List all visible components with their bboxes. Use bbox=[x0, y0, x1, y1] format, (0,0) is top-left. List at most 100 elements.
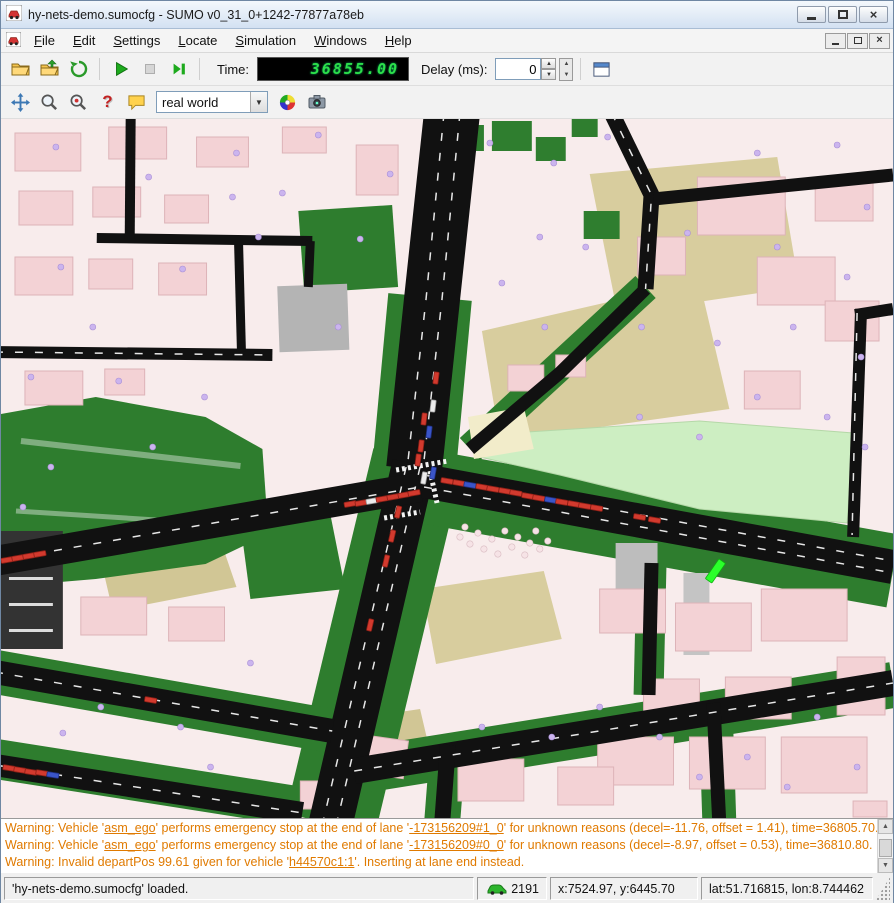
scroll-down-icon[interactable]: ▼ bbox=[878, 858, 893, 873]
time-label: Time: bbox=[217, 62, 249, 77]
log-link[interactable]: -173156209#0_0 bbox=[409, 838, 504, 852]
reload-button[interactable] bbox=[65, 56, 92, 83]
menu-item-locate[interactable]: Locate bbox=[169, 30, 226, 51]
run-button[interactable] bbox=[107, 56, 134, 83]
message-window-button[interactable] bbox=[123, 89, 150, 116]
simulation-view[interactable] bbox=[1, 119, 893, 818]
menu-item-settings[interactable]: Settings bbox=[104, 30, 169, 51]
cursor-xy-panel: x:7524.97, y:6445.70 bbox=[550, 877, 698, 900]
open-network-icon bbox=[40, 59, 60, 79]
open-config-button[interactable] bbox=[7, 56, 34, 83]
log-link[interactable]: h44570c1:1 bbox=[289, 855, 354, 869]
mdi-minimize-button[interactable] bbox=[825, 33, 846, 49]
delay-label: Delay (ms): bbox=[421, 62, 487, 77]
log-text: Warning: Vehicle ' bbox=[5, 821, 104, 835]
window-title: hy-nets-demo.sumocfg - SUMO v0_31_0+1242… bbox=[28, 8, 795, 22]
toolbar-separator bbox=[99, 58, 100, 80]
menu-bar: FileEditSettingsLocateSimulationWindowsH… bbox=[1, 29, 893, 53]
simulation-map[interactable] bbox=[1, 119, 893, 818]
mdi-close-icon: × bbox=[876, 35, 882, 46]
delay-down-button[interactable]: ▼ bbox=[541, 69, 556, 80]
vehicle-count-panel: 2191 bbox=[477, 877, 547, 900]
cursor-latlon: lat:51.716815, lon:8.744462 bbox=[709, 882, 864, 896]
title-bar: hy-nets-demo.sumocfg - SUMO v0_31_0+1242… bbox=[1, 1, 893, 29]
step-button[interactable] bbox=[165, 56, 192, 83]
color-scheme-value: real world bbox=[157, 95, 250, 110]
help-button[interactable]: ? bbox=[94, 89, 121, 116]
reload-icon bbox=[69, 59, 89, 79]
log-scrollbar[interactable]: ▲ ▼ bbox=[877, 819, 893, 873]
log-line: Warning: Vehicle 'asm_ego' performs emer… bbox=[5, 837, 873, 854]
snapshot-button[interactable] bbox=[303, 89, 330, 116]
zoom-button[interactable] bbox=[36, 89, 63, 116]
message-log: Warning: Vehicle 'asm_ego' performs emer… bbox=[1, 818, 893, 873]
maximize-button[interactable] bbox=[828, 6, 857, 23]
chevron-down-icon[interactable]: ▼ bbox=[250, 92, 267, 112]
log-text: ' performs emergency stop at the end of … bbox=[156, 821, 410, 835]
window-icon bbox=[592, 60, 611, 79]
view-toolbar: ? real world ▼ bbox=[1, 86, 893, 119]
new-view-button[interactable] bbox=[588, 56, 615, 83]
move-arrows-icon bbox=[11, 93, 30, 112]
step-icon bbox=[170, 60, 188, 78]
simulation-toolbar: Time: 36855.00 Delay (ms): ▲ ▼ ▲▼ bbox=[1, 53, 893, 86]
play-icon bbox=[112, 60, 130, 78]
car-icon bbox=[487, 883, 507, 895]
log-text: ' for unknown reasons (decel=-11.76, off… bbox=[504, 821, 879, 835]
app-icon-small bbox=[6, 32, 21, 50]
locate-button[interactable] bbox=[65, 89, 92, 116]
log-text: Warning: Invalid departPos 99.61 given f… bbox=[5, 855, 289, 869]
log-text: ' performs emergency stop at the end of … bbox=[156, 838, 410, 852]
magnifier-icon bbox=[40, 93, 59, 112]
log-link[interactable]: asm_ego bbox=[104, 838, 155, 852]
time-display: 36855.00 bbox=[257, 57, 409, 81]
toolbar-separator bbox=[199, 58, 200, 80]
menu-item-help[interactable]: Help bbox=[376, 30, 421, 51]
camera-icon bbox=[307, 92, 327, 112]
speech-bubble-icon bbox=[127, 93, 146, 112]
delay-input[interactable] bbox=[495, 58, 541, 80]
cursor-xy: x:7524.97, y:6445.70 bbox=[558, 882, 675, 896]
delay-dial[interactable]: ▲▼ bbox=[559, 58, 573, 81]
status-loaded-text: 'hy-nets-demo.sumocfg' loaded. bbox=[12, 882, 188, 896]
app-icon bbox=[6, 5, 22, 24]
scrollbar-thumb[interactable] bbox=[879, 839, 892, 857]
log-link[interactable]: asm_ego bbox=[104, 821, 155, 835]
status-loaded: 'hy-nets-demo.sumocfg' loaded. bbox=[4, 877, 474, 900]
close-icon: × bbox=[870, 8, 878, 21]
menu-item-edit[interactable]: Edit bbox=[64, 30, 104, 51]
open-network-button[interactable] bbox=[36, 56, 63, 83]
log-line: Warning: Invalid departPos 99.61 given f… bbox=[5, 854, 873, 871]
color-scheme-select[interactable]: real world ▼ bbox=[156, 91, 268, 113]
edit-coloring-button[interactable] bbox=[274, 89, 301, 116]
menu-item-windows[interactable]: Windows bbox=[305, 30, 376, 51]
log-text: '. Inserting at lane end instead. bbox=[354, 855, 524, 869]
scroll-up-icon[interactable]: ▲ bbox=[878, 819, 893, 834]
stop-button[interactable] bbox=[136, 56, 163, 83]
stop-icon bbox=[141, 60, 159, 78]
log-text: Warning: Vehicle ' bbox=[5, 838, 104, 852]
status-bar: 'hy-nets-demo.sumocfg' loaded. 2191 x:75… bbox=[1, 873, 893, 903]
maximize-icon bbox=[838, 10, 848, 19]
mdi-restore-icon bbox=[854, 37, 862, 44]
recenter-button[interactable] bbox=[7, 89, 34, 116]
mdi-minimize-icon bbox=[832, 43, 839, 45]
minimize-button[interactable] bbox=[797, 6, 826, 23]
menu-item-file[interactable]: File bbox=[25, 30, 64, 51]
color-wheel-icon bbox=[278, 93, 297, 112]
magnifier-cursor-icon bbox=[69, 93, 88, 112]
log-link[interactable]: -173156209#1_0 bbox=[409, 821, 504, 835]
mdi-restore-button[interactable] bbox=[847, 33, 868, 49]
toolbar-separator bbox=[580, 58, 581, 80]
mdi-close-button[interactable]: × bbox=[869, 33, 890, 49]
minimize-icon bbox=[807, 17, 816, 20]
vehicle-count: 2191 bbox=[511, 882, 539, 896]
log-line: Warning: Vehicle 'asm_ego' performs emer… bbox=[5, 820, 873, 837]
close-button[interactable]: × bbox=[859, 6, 888, 23]
delay-up-button[interactable]: ▲ bbox=[541, 58, 556, 69]
menu-item-simulation[interactable]: Simulation bbox=[226, 30, 305, 51]
resize-grip[interactable] bbox=[876, 877, 890, 900]
cursor-latlon-panel: lat:51.716815, lon:8.744462 bbox=[701, 877, 873, 900]
question-mark-icon: ? bbox=[102, 92, 112, 112]
open-folder-icon bbox=[11, 59, 31, 79]
